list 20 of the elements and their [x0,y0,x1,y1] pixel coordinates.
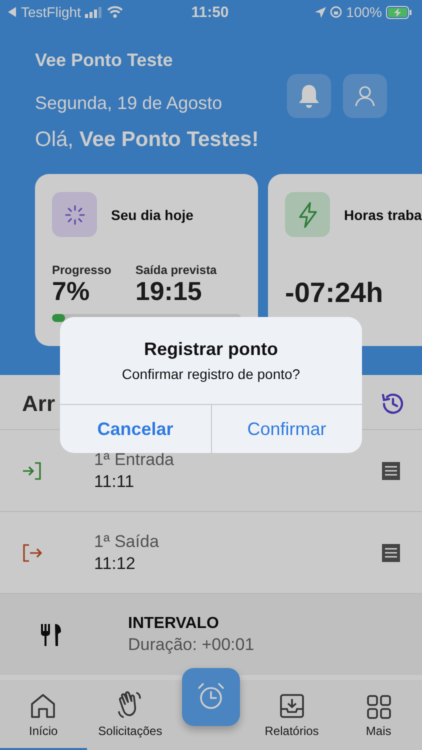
section-title: Arr [22,391,56,417]
stat-value: 7% [52,277,90,306]
stat-label: Progresso [52,263,112,277]
card-title: Seu dia hoje [111,206,194,222]
date-text: Segunda, 19 de Agosto [35,93,224,114]
clock-time: 11:50 [191,4,229,20]
entry-time: 11:12 [94,554,136,574]
entry-label: INTERVALO [128,614,220,632]
entry-time: 11:11 [94,472,136,492]
stat-value: 19:15 [135,277,202,306]
entry-label: 1ª Entrada [94,450,176,470]
stat-label: Saída prevista [135,263,217,277]
battery-percent: 100% [346,4,382,20]
greeting-text: Olá, Vee Ponto Testes! [35,128,259,152]
entry-time: Duração: +00:01 [128,634,256,654]
hours-value: -07:24h [285,277,384,309]
dialog-message: Confirmar registro de ponto? [122,366,300,382]
entry-label: 1ª Saída [94,532,160,552]
app-title: Vee Ponto Teste [35,50,174,71]
card-title: Horas traba [344,206,422,222]
